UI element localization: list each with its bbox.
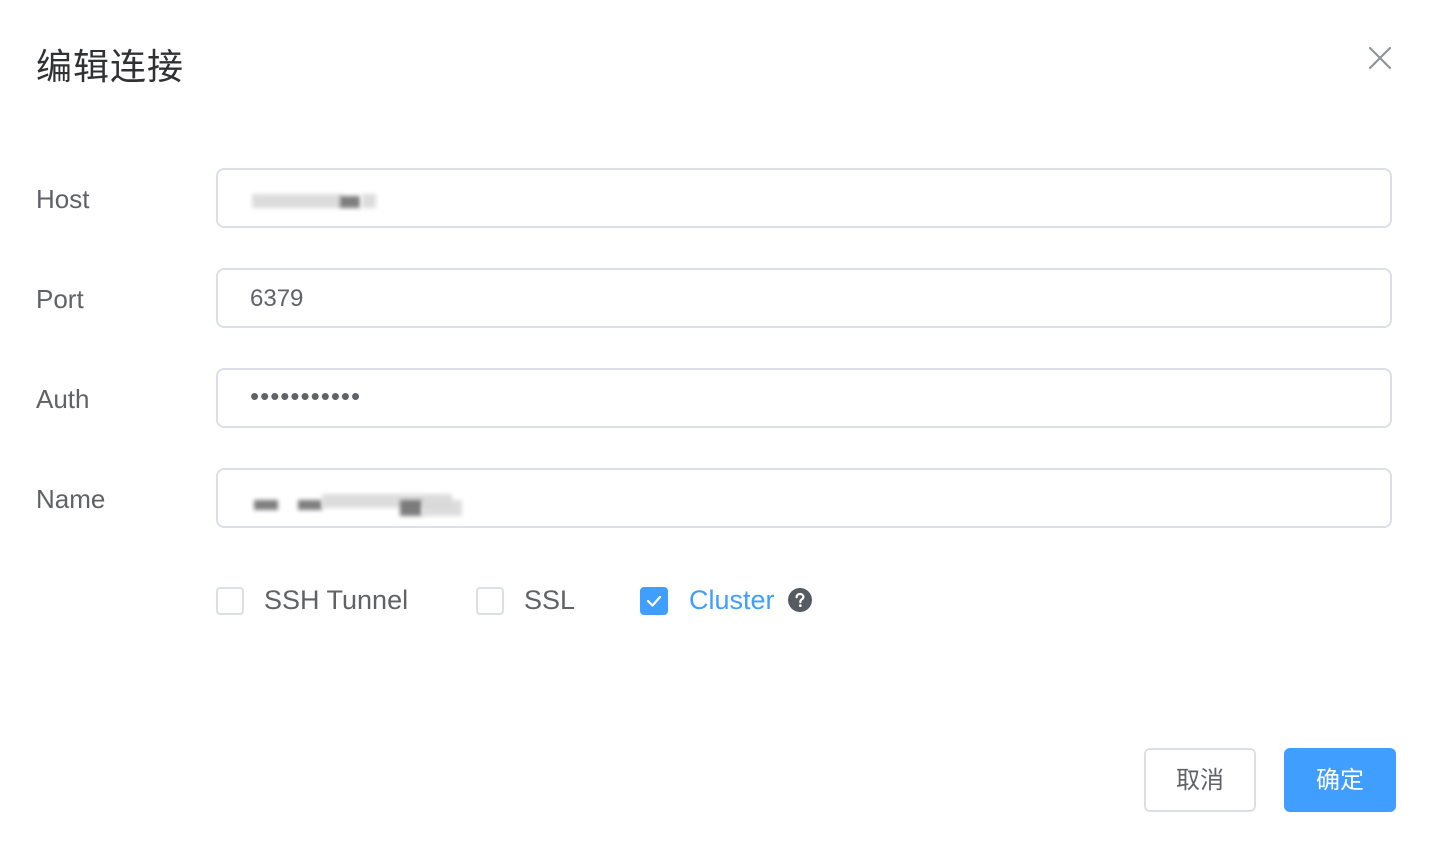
name-input[interactable] bbox=[216, 468, 1392, 528]
ssh-tunnel-checkbox[interactable] bbox=[216, 587, 244, 615]
port-row: Port 6379 bbox=[0, 268, 1430, 332]
ssl-checkbox[interactable] bbox=[476, 587, 504, 615]
auth-value: ••••••••••• bbox=[250, 381, 362, 411]
name-row: Name bbox=[0, 468, 1430, 532]
edit-connection-dialog: 编辑连接 Host Port 6379 Auth ••••••••••• Nam… bbox=[0, 0, 1430, 852]
cancel-button[interactable]: 取消 bbox=[1144, 748, 1256, 812]
host-label: Host bbox=[36, 184, 90, 214]
auth-label: Auth bbox=[36, 384, 90, 414]
cluster-label[interactable]: Cluster bbox=[689, 585, 775, 616]
name-label: Name bbox=[36, 484, 106, 514]
redacted-name-block-4 bbox=[422, 500, 462, 516]
redacted-host-block bbox=[340, 196, 360, 208]
ssh-tunnel-label[interactable]: SSH Tunnel bbox=[264, 585, 408, 616]
question-circle-icon[interactable] bbox=[788, 588, 812, 612]
redacted-host-text bbox=[252, 194, 342, 208]
redacted-name-block-1 bbox=[254, 500, 278, 510]
dialog-title: 编辑连接 bbox=[36, 47, 185, 88]
close-icon[interactable] bbox=[1364, 42, 1396, 74]
redacted-name-block-3 bbox=[400, 500, 422, 516]
port-label: Port bbox=[36, 284, 84, 314]
port-input[interactable]: 6379 bbox=[216, 268, 1392, 328]
port-value: 6379 bbox=[250, 285, 304, 312]
host-row: Host bbox=[0, 168, 1430, 232]
host-input[interactable] bbox=[216, 168, 1392, 228]
redacted-host-tail bbox=[362, 194, 376, 208]
check-icon bbox=[646, 595, 662, 607]
ssl-label[interactable]: SSL bbox=[524, 585, 575, 616]
auth-row: Auth ••••••••••• bbox=[0, 368, 1430, 432]
cluster-checkbox[interactable] bbox=[640, 587, 668, 615]
redacted-name-block-2 bbox=[298, 500, 322, 510]
confirm-button[interactable]: 确定 bbox=[1284, 748, 1396, 812]
auth-password-input[interactable]: ••••••••••• bbox=[216, 368, 1392, 428]
connection-options: SSH Tunnel SSL Cluster bbox=[0, 584, 1430, 618]
